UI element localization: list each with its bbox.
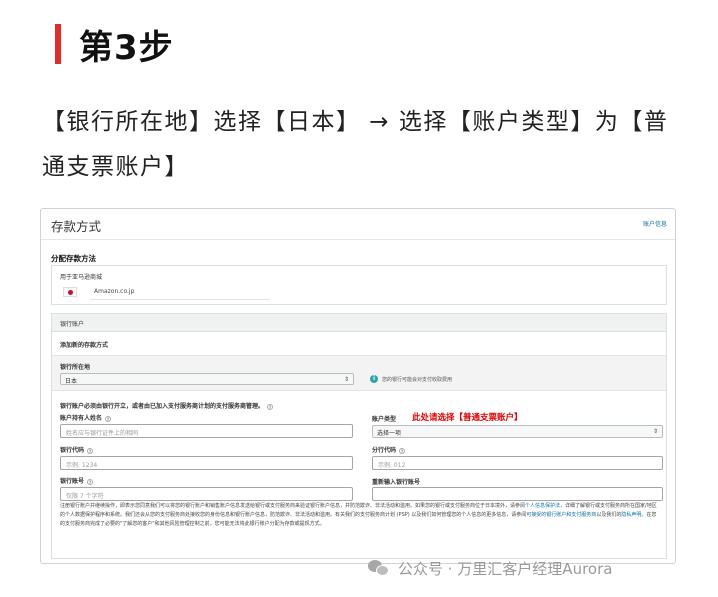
- instruction-text: 【银行所在地】选择【日本】 → 选择【账户类型】为【普通支票账户】: [42, 109, 669, 180]
- account-number-input[interactable]: 仅限 7 个字符: [60, 487, 353, 501]
- help-icon[interactable]: ?: [399, 447, 406, 454]
- watermark-text: 公众号 · 万里汇客户经理Aurora: [398, 559, 613, 578]
- store-box: 用于亚马逊商城 Amazon.co.jp: [51, 265, 667, 305]
- japan-flag-icon: [63, 287, 77, 297]
- divider: [90, 299, 270, 300]
- bank-location-select[interactable]: 日本 ⇕: [60, 373, 354, 385]
- bank-location-label: 银行所在地: [60, 364, 91, 371]
- bank-fee-info: 您的银行可能会对支付收取费用: [382, 377, 453, 383]
- divider: [41, 239, 675, 240]
- account-holder-input[interactable]: 姓名应与银行证件上的相同: [60, 424, 353, 438]
- add-new-method-label: 添加新的存款方式: [60, 342, 109, 349]
- privacy-notice-link[interactable]: 隐私声明: [621, 512, 641, 518]
- help-icon[interactable]: ?: [105, 415, 112, 422]
- privacy-law-link[interactable]: 个人信息保护法: [525, 503, 560, 509]
- watermark: 公众号 · 万里汇客户经理Aurora: [368, 558, 612, 578]
- help-icon[interactable]: ?: [267, 403, 274, 410]
- step-title: 第3步: [79, 27, 174, 68]
- section-heading: 分配存款方法: [51, 254, 96, 263]
- deposit-method-card: 存款方式 账户信息 分配存款方法 用于亚马逊商城 Amazon.co.jp 银行…: [40, 208, 676, 564]
- help-icon[interactable]: ?: [87, 478, 94, 485]
- help-icon[interactable]: ?: [87, 447, 94, 454]
- marketplace-name: Amazon.co.jp: [94, 288, 135, 295]
- wechat-icon: [368, 560, 390, 576]
- reenter-account-label: 重新输入银行账号: [372, 479, 421, 486]
- info-icon: i: [370, 375, 378, 383]
- updown-arrow-icon: ⇕: [343, 376, 349, 383]
- branch-code-input[interactable]: 示例: 012: [372, 456, 663, 470]
- bank-location-row: 银行所在地 日本 ⇕ i 您的银行可能会对支付收取费用: [52, 355, 666, 391]
- bank-header-title: 银行账户: [60, 321, 85, 328]
- legal-notice: 注册银行账户并继续操作，即表示您同意我们可以将您的银行账户和销售账户信息发送给银…: [60, 503, 657, 527]
- store-label: 用于亚马逊商城: [60, 274, 103, 281]
- bank-code-label: 银行代码?: [60, 447, 94, 454]
- account-info-link[interactable]: 账户信息: [643, 219, 667, 228]
- account-type-select[interactable]: 选择一项 ⇕: [372, 425, 663, 438]
- account-type-label: 账户类型: [372, 416, 397, 423]
- account-type-value: 选择一项: [377, 430, 402, 437]
- bank-code-input[interactable]: 示例: 1234: [60, 456, 353, 470]
- account-holder-label: 账户持有人姓名?: [60, 415, 112, 422]
- accepted-banks-link[interactable]: 可接受的银行账户和支付服务商: [526, 512, 596, 518]
- bank-account-section: 银行账户 添加新的存款方式 银行所在地 日本 ⇕ i 您的银行可能会对支付收取费…: [51, 313, 667, 559]
- bank-location-value: 日本: [65, 378, 78, 385]
- card-title: 存款方式: [51, 219, 102, 234]
- bank-header: 银行账户: [52, 314, 666, 332]
- accent-bar: [55, 24, 61, 64]
- annotation-text: 此处请选择【普通支票账户】: [412, 413, 523, 423]
- updown-arrow-icon: ⇕: [652, 428, 658, 435]
- bank-requirement-note: 银行账户必须由银行开立，或者由已加入支付服务商计划的支付服务商管理。?: [60, 403, 274, 410]
- branch-code-label: 分行代码?: [372, 447, 406, 454]
- step-heading: 第3步: [55, 22, 174, 68]
- account-number-label: 银行账号?: [60, 478, 94, 485]
- reenter-account-input[interactable]: [372, 487, 663, 501]
